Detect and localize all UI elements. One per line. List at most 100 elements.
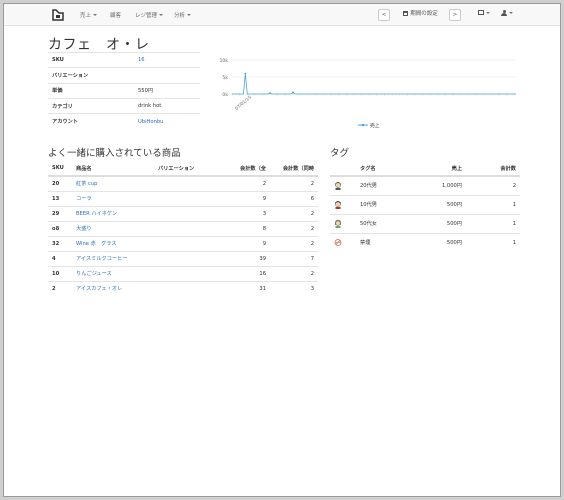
product-variation-cell (154, 175, 222, 191)
table-row[interactable]: 13 コーラ 9 6 (48, 190, 318, 206)
product-link[interactable]: コーラ (76, 196, 92, 202)
logo-icon[interactable] (52, 8, 65, 21)
product-name-cell: BEER ハイネケン (72, 205, 154, 221)
sales-chart: 10k 5k 0k 07/01/15 売上 (219, 58, 516, 129)
together-count-cell: 2 (270, 235, 318, 251)
legend-label: 売上 (370, 122, 380, 129)
info-key: アカウント (48, 113, 134, 129)
column-header-product-name[interactable]: 商品名 (72, 161, 154, 177)
table-row[interactable]: 10 りんごジュース 16 2 (48, 265, 318, 281)
chevron-down-icon (159, 14, 164, 16)
column-header-total-count[interactable]: 会計数（全 (222, 161, 270, 177)
info-value: 16 (134, 51, 200, 68)
product-link[interactable]: 大盛り (76, 226, 92, 232)
data-point (244, 72, 247, 75)
column-header-count[interactable]: 会計数 (466, 161, 520, 177)
total-count-cell: 9 (222, 235, 270, 251)
man-20s-icon (334, 181, 342, 191)
column-header-icon (330, 161, 356, 177)
info-value: drink hot (134, 97, 200, 114)
no-smoking-icon (334, 238, 342, 247)
table-row[interactable]: 4 アイスミルクコーヒー 39 7 (48, 250, 318, 266)
chevron-down-icon (486, 11, 490, 14)
prev-period-button[interactable]: < (378, 9, 390, 21)
frequently-bought-heading: よく一緒に購入されている商品 (48, 148, 181, 159)
info-value: 550円 (134, 82, 200, 99)
data-point (292, 91, 294, 94)
tag-sales-cell: 500円 (412, 194, 466, 214)
info-value (134, 67, 200, 84)
product-link[interactable]: アイスカフェ・オレ (76, 286, 122, 292)
tags-table: タグ名 売上 会計数 20代男 1,000円 2 10代男 500円 1 50代女 500円 1… (330, 161, 520, 252)
product-link[interactable]: Wine 赤 グラス (76, 241, 116, 247)
nav-analysis-menu[interactable]: 分析 (174, 11, 192, 19)
product-link[interactable]: アイスミルクコーヒー (76, 256, 127, 262)
y-tick-label: 10k (219, 58, 228, 64)
together-count-cell: 7 (270, 250, 318, 266)
together-count-cell: 2 (270, 265, 318, 281)
navbar: 売上 顧客 レジ管理 分析 < 期間の設定 > (4, 4, 560, 26)
table-row[interactable]: 2 アイスカフェ・オレ 31 3 (48, 280, 318, 296)
sales-series-line (232, 73, 516, 95)
column-header-sales[interactable]: 売上 (412, 161, 466, 177)
sku-link[interactable]: 16 (138, 57, 145, 63)
tag-sales-cell: 1,000円 (412, 175, 466, 195)
column-header-variation[interactable]: バリエーション (154, 161, 222, 177)
period-setting-button[interactable]: 期間の設定 (398, 9, 443, 21)
messages-menu[interactable] (478, 10, 490, 17)
envelope-icon (478, 10, 484, 15)
total-count-cell: 16 (222, 265, 270, 281)
tag-icon-cell (330, 213, 356, 233)
nav-sales-menu[interactable]: 売上 (80, 11, 98, 19)
product-variation-cell (154, 190, 222, 206)
total-count-cell: 39 (222, 250, 270, 266)
product-name-cell: コーラ (72, 190, 154, 206)
column-header-together-count[interactable]: 会計数（同時 (270, 161, 318, 177)
tag-icon-cell (330, 232, 356, 252)
info-row-sku: SKU 16 (48, 51, 200, 68)
product-link[interactable]: BEER ハイネケン (76, 211, 117, 217)
table-row[interactable]: 10代男 500円 1 (330, 194, 520, 214)
tags-heading: タグ (330, 148, 350, 159)
chevron-down-icon (187, 14, 192, 16)
table-row[interactable]: 29 BEER ハイネケン 3 2 (48, 205, 318, 221)
together-count-cell: 2 (270, 220, 318, 236)
table-row[interactable]: 20 紅茶 cup 2 2 (48, 175, 318, 191)
table-row[interactable]: 禁煙 500円 1 (330, 232, 520, 252)
chevron-down-icon (509, 12, 513, 14)
x-tick-label: 07/01/15 (234, 94, 253, 111)
info-row-variation: バリエーション (48, 67, 200, 84)
table-row[interactable]: 20代男 1,000円 2 (330, 175, 520, 195)
product-variation-cell (154, 235, 222, 251)
nav-register-menu[interactable]: レジ管理 (135, 11, 164, 19)
table-row[interactable]: 32 Wine 赤 グラス 9 2 (48, 235, 318, 251)
nav-customers[interactable]: 顧客 (110, 11, 121, 19)
together-count-cell: 2 (270, 175, 318, 191)
product-link[interactable]: 紅茶 cup (76, 181, 97, 187)
product-variation-cell (154, 220, 222, 236)
product-sku-cell: o8 (48, 220, 72, 236)
account-link[interactable]: UbiHonbu (138, 119, 163, 125)
table-header-row: SKU 商品名 バリエーション 会計数（全 会計数（同時 (48, 161, 318, 177)
info-key: 単価 (48, 82, 134, 99)
tag-count-cell: 1 (466, 232, 520, 252)
user-menu[interactable] (501, 10, 513, 17)
product-sku-cell: 2 (48, 280, 72, 296)
column-header-sku[interactable]: SKU (48, 161, 72, 177)
total-count-cell: 2 (222, 175, 270, 191)
tag-name-cell: 20代男 (356, 175, 412, 195)
product-sku-cell: 4 (48, 250, 72, 266)
table-row[interactable]: o8 大盛り 8 2 (48, 220, 318, 236)
frequently-bought-table: SKU 商品名 バリエーション 会計数（全 会計数（同時 20 紅茶 cup 2 2 1… (48, 161, 318, 296)
product-name-cell: アイスミルクコーヒー (72, 250, 154, 266)
product-link[interactable]: りんごジュース (76, 271, 112, 277)
table-header-row: タグ名 売上 会計数 (330, 161, 520, 177)
total-count-cell: 31 (222, 280, 270, 296)
next-period-button[interactable]: > (449, 9, 461, 21)
table-row[interactable]: 50代女 500円 1 (330, 213, 520, 233)
chevron-down-icon (93, 14, 98, 16)
column-header-tag-name[interactable]: タグ名 (356, 161, 412, 177)
tag-count-cell: 1 (466, 194, 520, 214)
tag-count-cell: 2 (466, 175, 520, 195)
y-tick-label: 0k (222, 92, 228, 98)
